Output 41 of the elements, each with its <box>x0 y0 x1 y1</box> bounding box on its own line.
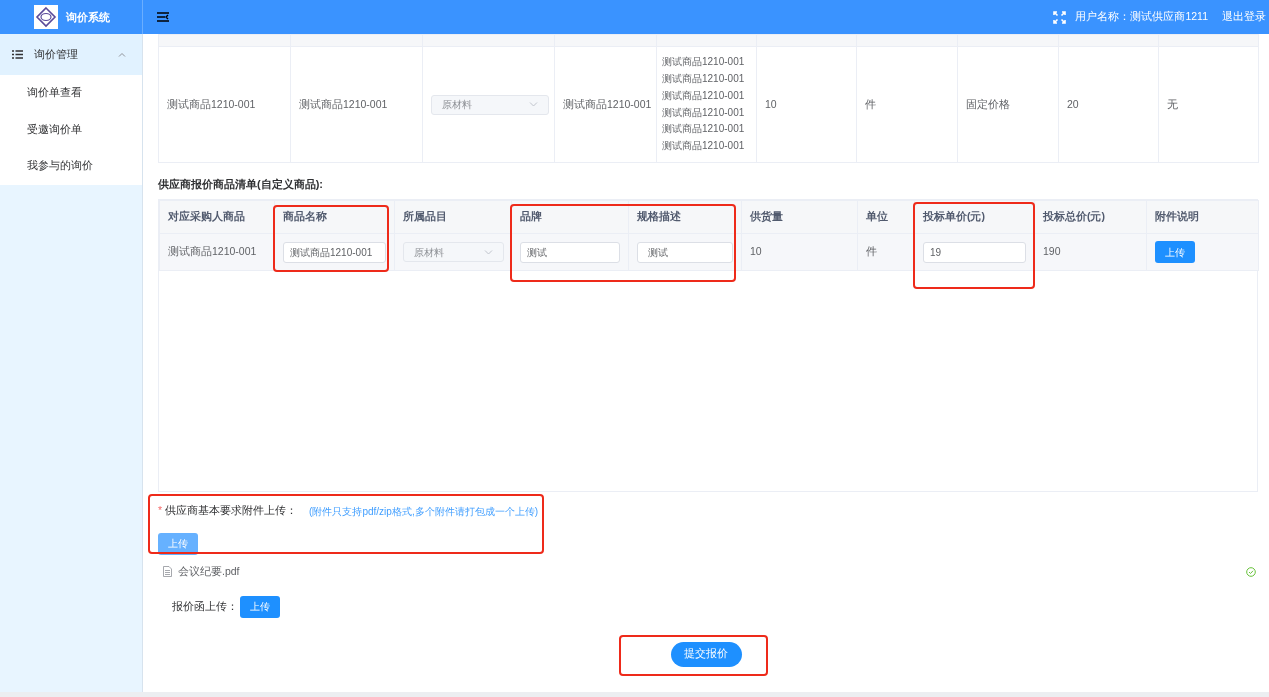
table-cell: 件 <box>865 97 876 110</box>
column-header: 规格描述 <box>637 210 681 223</box>
table-cell: 件 <box>866 245 877 258</box>
table-cell: 测试商品1210-001 <box>167 97 256 110</box>
category-select: 原材料 <box>431 94 549 115</box>
column-header: 所属品目 <box>403 210 447 223</box>
table-cell: 190 <box>1043 245 1061 258</box>
column-header: 商品名称 <box>283 210 327 223</box>
section-title: 供应商报价商品清单(自定义商品): <box>158 177 324 191</box>
field-label: 供应商基本要求附件上传： <box>165 503 298 519</box>
file-name[interactable]: 会议纪要.pdf <box>178 563 240 580</box>
column-header: 供货量 <box>750 210 783 223</box>
sidebar-item[interactable]: 受邀询价单 <box>0 111 142 148</box>
required-mark: * <box>158 503 163 519</box>
table-cell: 无 <box>1167 97 1178 110</box>
table-cell: 测试商品1210-001 <box>299 97 388 110</box>
column-header: 单位 <box>866 210 888 223</box>
category-select: 原材料 <box>403 242 504 262</box>
column-header: 投标总价(元) <box>1043 210 1105 223</box>
column-header: 附件说明 <box>1155 210 1199 223</box>
table-cell: 固定价格 <box>966 97 1010 110</box>
sidebar-item[interactable]: 我参与的询价 <box>0 148 142 185</box>
user-name: 用户名称：测试供应商1211 <box>1075 9 1208 25</box>
text-area[interactable]: 测试 <box>637 241 733 263</box>
menu-group[interactable]: 询价管理 <box>0 34 142 75</box>
table-cell: 测试商品1210-001 <box>168 245 257 258</box>
column-header: 对应采购人商品 <box>168 210 245 223</box>
column-header: 投标单价(元) <box>923 210 985 223</box>
app-title: 询价系统 <box>66 9 110 25</box>
input-field[interactable]: 测试 <box>520 241 620 263</box>
table-cell: 20 <box>1067 97 1079 110</box>
sidebar-item[interactable]: 询价单查看 <box>0 75 142 112</box>
table-cell: 10 <box>765 97 777 110</box>
field-label: 报价函上传： <box>172 598 238 614</box>
table-cell: 10 <box>750 245 762 258</box>
table-cell-text: 测试商品1210-001 测试商品1210-001 测试商品1210-001 测试商品1210-001 测试商品1210-001 测试商品1210-001 <box>662 55 745 154</box>
column-header: 品牌 <box>520 210 542 223</box>
table-cell: 测试商品1210-001 <box>563 97 652 110</box>
input-field[interactable]: 19 <box>923 241 1026 263</box>
input-field[interactable]: 测试商品1210-001 <box>283 241 386 263</box>
hint-text: (附件只支持pdf/zip格式,多个附件请打包成一个上传) <box>309 504 538 519</box>
